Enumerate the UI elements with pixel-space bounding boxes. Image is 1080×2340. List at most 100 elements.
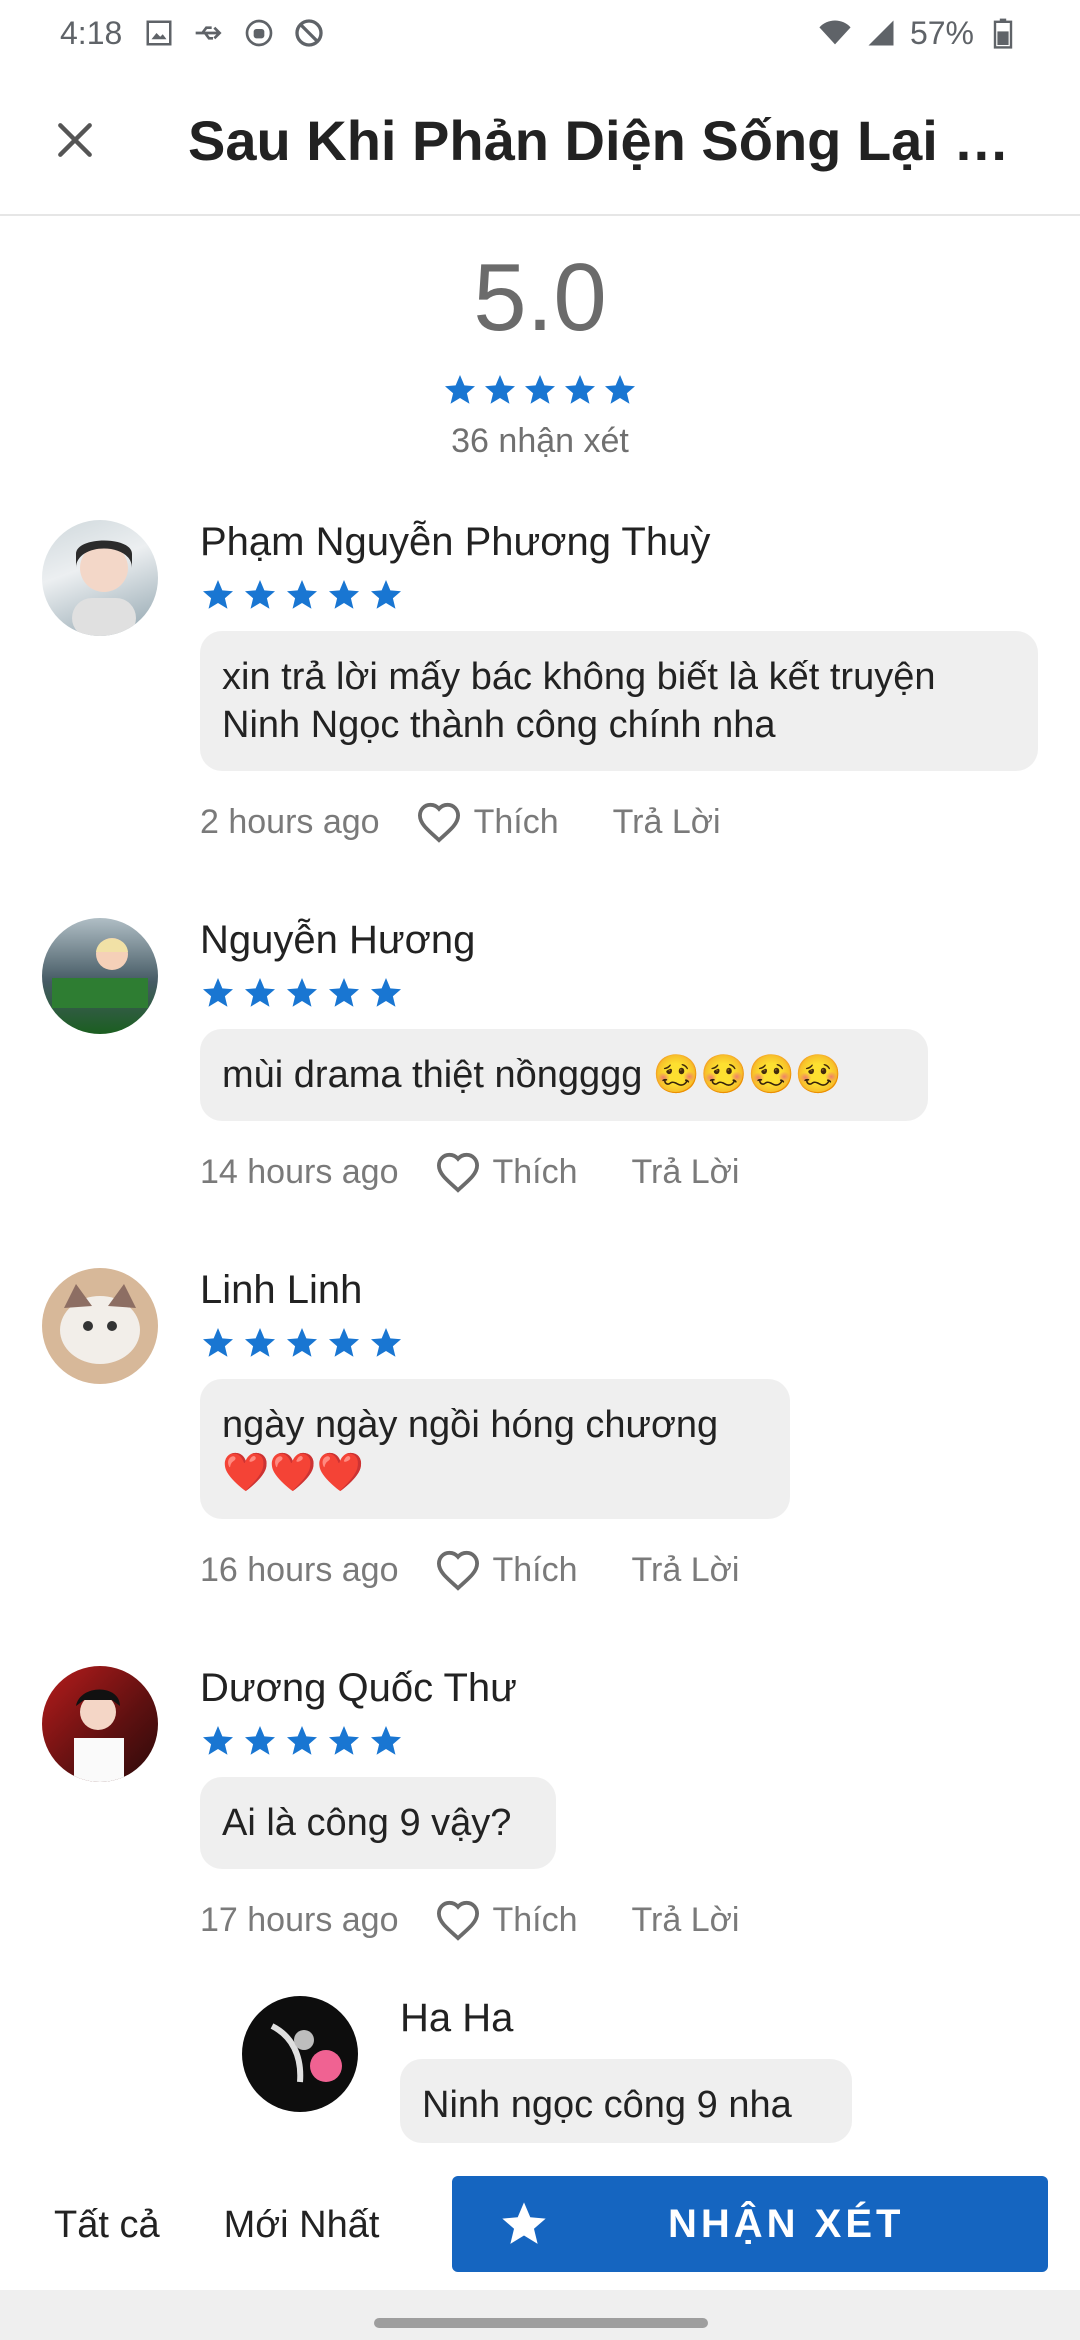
write-review-label: NHẬN XÉT xyxy=(668,2201,905,2246)
heart-icon xyxy=(417,802,460,843)
star-icon xyxy=(326,1723,362,1759)
review-count: 36 nhận xét xyxy=(451,422,629,460)
usb-icon xyxy=(192,16,226,50)
comment-meta: 17 hours ago Thích Trả Lời xyxy=(200,1899,740,1941)
image-icon xyxy=(142,16,176,50)
reply-button[interactable]: Trả Lời xyxy=(613,803,721,842)
page-title: Sau Khi Phản Diện Sống Lại Đề… xyxy=(188,108,1030,172)
star-icon xyxy=(502,2202,546,2244)
comment-time: 16 hours ago xyxy=(200,1550,399,1589)
reply-text: Ninh ngọc công 9 nha xyxy=(400,2059,852,2143)
star-icon xyxy=(602,372,638,408)
home-handle[interactable] xyxy=(374,2318,708,2328)
avatar[interactable] xyxy=(242,1996,358,2112)
commenter-name[interactable]: Dương Quốc Thư xyxy=(200,1666,740,1711)
status-bar: 4:18 57% xyxy=(0,0,1080,66)
star-icon xyxy=(482,372,518,408)
comment-body: Dương Quốc Thư Ai là công 9 vậy? 17 hour… xyxy=(200,1666,740,1941)
comment-text: ngày ngày ngồi hóng chương ❤️❤️❤️ xyxy=(200,1379,790,1519)
no-sync-icon xyxy=(292,16,326,50)
heart-icon xyxy=(436,1550,479,1591)
status-time: 4:18 xyxy=(60,14,123,51)
comment-meta: 16 hours ago Thích Trả Lời xyxy=(200,1549,790,1591)
star-icon xyxy=(368,975,404,1011)
star-icon xyxy=(242,1723,278,1759)
like-button[interactable]: Thích xyxy=(435,1899,578,1941)
star-icon xyxy=(442,372,478,408)
comment-text-line: Ninh Ngọc thành công chính nha xyxy=(222,704,776,746)
star-icon xyxy=(200,1325,236,1361)
reply-button[interactable]: Trả Lời xyxy=(632,1551,740,1590)
comment-text: xin trả lời mấy bác không biết là kết tr… xyxy=(200,631,1038,771)
tab-all[interactable]: Tất cả xyxy=(54,2204,160,2247)
avatar[interactable] xyxy=(42,1268,158,1384)
comment-stars xyxy=(200,577,1038,613)
close-button[interactable] xyxy=(0,65,150,215)
comment-time: 17 hours ago xyxy=(200,1900,399,1939)
comment-text-line: xin trả lời mấy bác không biết là kết tr… xyxy=(222,656,936,698)
heart-icon xyxy=(436,1900,479,1941)
like-button[interactable]: Thích xyxy=(435,1151,578,1193)
comment-time: 2 hours ago xyxy=(200,802,380,841)
star-icon xyxy=(326,577,362,613)
reply-button[interactable]: Trả Lời xyxy=(632,1153,740,1192)
comment-body: Nguyễn Hương mùi drama thiệt nồngggg 🥴🥴🥴… xyxy=(200,918,928,1193)
android-icon xyxy=(242,16,276,50)
reply-text-line: Ninh ngọc công 9 nha xyxy=(422,2084,792,2126)
like-label: Thích xyxy=(473,802,559,841)
star-icon xyxy=(284,1723,320,1759)
avatar[interactable] xyxy=(42,1666,158,1782)
avatar[interactable] xyxy=(42,918,158,1034)
system-nav-bar xyxy=(0,2290,1080,2340)
rating-score: 5.0 xyxy=(473,244,607,351)
comment-text-line: ngày ngày ngồi hóng chương xyxy=(222,1404,719,1446)
star-icon xyxy=(562,372,598,408)
comment-stars xyxy=(200,1723,740,1759)
star-icon xyxy=(200,1723,236,1759)
like-label: Thích xyxy=(492,1550,578,1589)
comment-time: 14 hours ago xyxy=(200,1152,399,1191)
rating-summary: 5.0 36 nhận xét xyxy=(0,250,1080,461)
write-review-button[interactable]: NHẬN XÉT xyxy=(452,2176,1048,2272)
close-icon xyxy=(58,123,92,157)
comment-text: mùi drama thiệt nồngggg 🥴🥴🥴🥴 xyxy=(200,1029,928,1121)
comment-text: Ai là công 9 vậy? xyxy=(200,1777,556,1869)
like-button[interactable]: Thích xyxy=(435,1549,578,1591)
like-label: Thích xyxy=(492,1900,578,1939)
wifi-icon xyxy=(818,16,852,50)
comment-body: Linh Linh ngày ngày ngồi hóng chương ❤️❤… xyxy=(200,1268,790,1591)
heart-icon xyxy=(436,1152,479,1193)
app-header: Sau Khi Phản Diện Sống Lại Đề… xyxy=(0,66,1080,216)
commenter-name[interactable]: Linh Linh xyxy=(200,1268,790,1313)
battery-icon xyxy=(986,16,1020,50)
star-icon xyxy=(242,577,278,613)
like-button[interactable]: Thích xyxy=(416,801,559,843)
signal-icon xyxy=(864,16,898,50)
star-icon xyxy=(284,1325,320,1361)
comment-stars xyxy=(200,1325,790,1361)
comment-meta: 2 hours ago Thích Trả Lời xyxy=(200,801,1038,843)
commenter-name[interactable]: Phạm Nguyễn Phương Thuỳ xyxy=(200,520,1038,565)
rating-stars xyxy=(0,372,1080,408)
comment-body: Phạm Nguyễn Phương Thuỳ xin trả lời mấy … xyxy=(200,520,1038,843)
reply-body: Ha Ha Ninh ngọc công 9 nha xyxy=(400,1996,852,2148)
comment-text-line: mùi drama thiệt nồngggg 🥴🥴🥴🥴 xyxy=(222,1054,843,1096)
comment-text-line: Ai là công 9 vậy? xyxy=(222,1802,512,1844)
star-icon xyxy=(284,975,320,1011)
tab-newest[interactable]: Mới Nhất xyxy=(224,2204,380,2247)
star-icon xyxy=(242,975,278,1011)
star-icon xyxy=(368,1723,404,1759)
commenter-name[interactable]: Ha Ha xyxy=(400,1996,852,2041)
avatar[interactable] xyxy=(42,520,158,636)
star-icon xyxy=(200,975,236,1011)
star-icon xyxy=(522,372,558,408)
star-icon xyxy=(326,975,362,1011)
reply-button[interactable]: Trả Lời xyxy=(632,1901,740,1940)
like-label: Thích xyxy=(492,1152,578,1191)
star-icon xyxy=(326,1325,362,1361)
star-icon xyxy=(368,1325,404,1361)
star-icon xyxy=(368,577,404,613)
commenter-name[interactable]: Nguyễn Hương xyxy=(200,918,928,963)
comment-stars xyxy=(200,975,928,1011)
star-icon xyxy=(242,1325,278,1361)
